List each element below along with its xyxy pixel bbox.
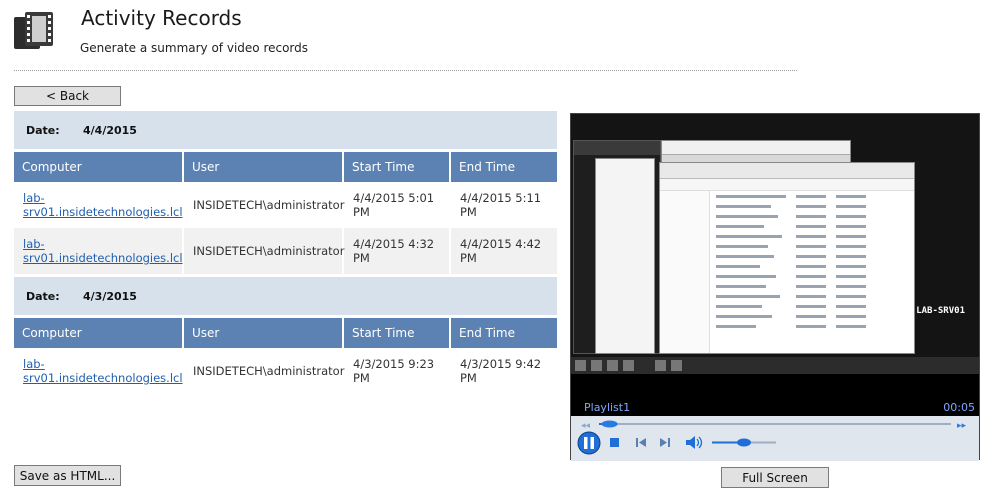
page-title: Activity Records [81, 6, 242, 30]
user-cell: INSIDETECH\administrator [184, 348, 344, 394]
page-subtitle: Generate a summary of video records [80, 41, 309, 55]
server-name: LAB-SRV01 [916, 306, 965, 316]
records-table: Date: 4/4/2015 Computer User Start Time … [14, 111, 557, 394]
previous-icon [636, 438, 646, 447]
column-header-user: User [184, 318, 344, 348]
player-controls [571, 430, 979, 461]
table-row: lab-srv01.insidetechnologies.lcl INSIDET… [14, 228, 557, 274]
column-header-start-time: Start Time [344, 152, 451, 182]
start-time-cell: 4/4/2015 4:32 PM [344, 228, 451, 274]
column-header-computer: Computer [14, 152, 184, 182]
computer-link[interactable]: lab-srv01.insidetechnologies.lcl [23, 237, 183, 265]
date-label: Date: [26, 123, 60, 137]
computer-link-part2[interactable]: srv01.insidetechnologies.lcl [23, 205, 183, 219]
date-value: 4/3/2015 [83, 289, 137, 303]
table-row: lab-srv01.insidetechnologies.lcl INSIDET… [14, 182, 557, 228]
date-value: 4/4/2015 [83, 123, 137, 137]
playback-time: 00:05 [943, 401, 975, 414]
computer-link-part1[interactable]: lab- [23, 357, 45, 371]
video-frame[interactable]: LAB-SRV01 [571, 114, 979, 374]
video-player[interactable]: LAB-SRV01 Playlist1 00:05 ◂◂ ▸▸ [570, 113, 980, 461]
column-header-start-time: Start Time [344, 318, 451, 348]
start-time-cell: 4/3/2015 9:23 PM [344, 348, 451, 394]
date-group-header: Date: 4/4/2015 [14, 111, 557, 149]
explorer-window-front [659, 162, 915, 354]
playlist-name: Playlist1 [584, 401, 631, 414]
table-header: Computer User Start Time End Time [14, 152, 557, 182]
date-label: Date: [26, 289, 60, 303]
computer-cell: lab-srv01.insidetechnologies.lcl [14, 228, 184, 274]
computer-cell: lab-srv01.insidetechnologies.lcl [14, 182, 184, 228]
user-cell: INSIDETECH\administrator [184, 182, 344, 228]
server-info-overlay: LAB-SRV01 [916, 306, 965, 316]
column-header-user: User [184, 152, 344, 182]
computer-link-part2[interactable]: srv01.insidetechnologies.lcl [23, 251, 183, 265]
computer-link-part1[interactable]: lab- [23, 191, 45, 205]
column-header-computer: Computer [14, 318, 184, 348]
film-strip-icon [12, 11, 56, 51]
pause-button [577, 431, 601, 455]
end-time-cell: 4/4/2015 5:11 PM [460, 191, 542, 219]
volume-handle [737, 438, 751, 447]
desktop-taskbar [571, 357, 979, 374]
next-icon [660, 438, 670, 447]
computer-cell: lab-srv01.insidetechnologies.lcl [14, 348, 184, 394]
seek-bar[interactable]: ◂◂ ▸▸ [571, 416, 979, 431]
column-header-end-time: End Time [451, 152, 557, 182]
end-time-cell: 4/4/2015 4:42 PM [460, 237, 542, 265]
save-as-html-button[interactable]: Save as HTML... [14, 465, 121, 486]
start-time-cell: 4/4/2015 5:01 PM [344, 182, 451, 228]
playlist-bar: Playlist1 00:05 [571, 374, 979, 416]
table-header: Computer User Start Time End Time [14, 318, 557, 348]
back-button[interactable]: < Back [14, 86, 121, 106]
computer-link[interactable]: lab-srv01.insidetechnologies.lcl [23, 357, 183, 385]
full-screen-button[interactable]: Full Screen [721, 467, 829, 488]
side-panel [595, 158, 655, 354]
computer-link-part2[interactable]: srv01.insidetechnologies.lcl [23, 371, 183, 385]
computer-link[interactable]: lab-srv01.insidetechnologies.lcl [23, 191, 183, 219]
table-row: lab-srv01.insidetechnologies.lcl INSIDET… [14, 348, 557, 394]
header-divider [14, 70, 797, 71]
user-cell: INSIDETECH\administrator [184, 228, 344, 274]
computer-link-part1[interactable]: lab- [23, 237, 45, 251]
column-header-end-time: End Time [451, 318, 557, 348]
stop-icon [610, 438, 619, 447]
end-time-cell: 4/3/2015 9:42 PM [460, 357, 542, 385]
volume-icon [686, 436, 703, 449]
date-group-header: Date: 4/3/2015 [14, 277, 557, 315]
seek-handle [601, 420, 618, 428]
